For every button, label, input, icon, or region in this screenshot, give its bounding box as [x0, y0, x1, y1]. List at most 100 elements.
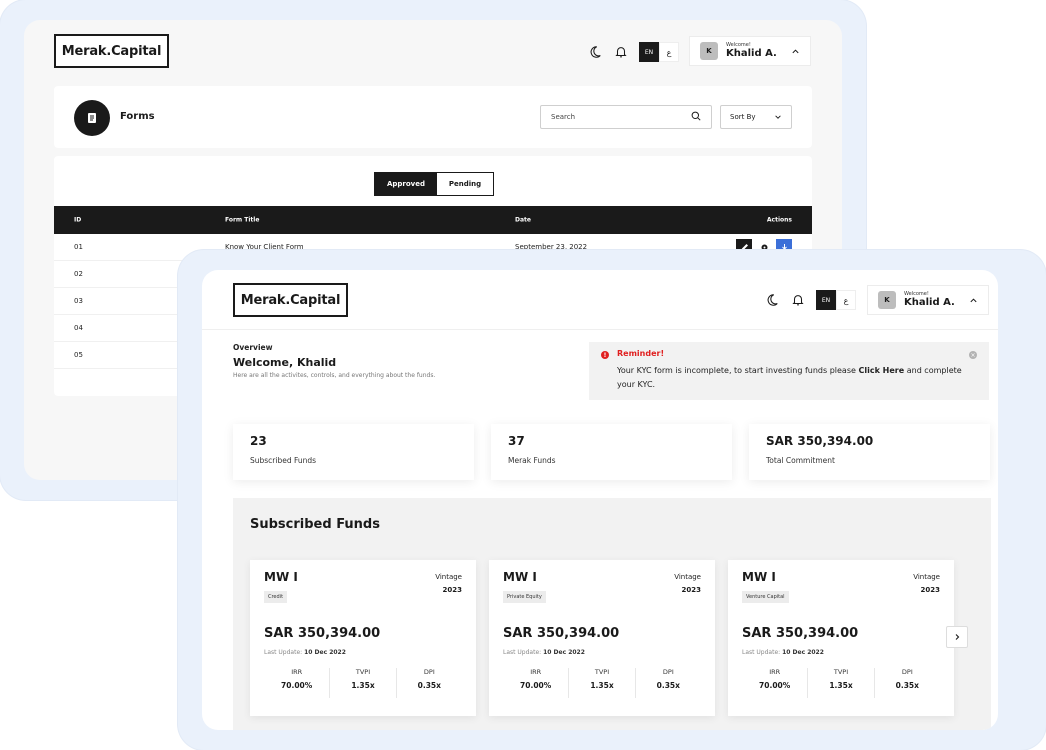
- fund-type-badge: Credit: [264, 591, 288, 603]
- metric-value: 1.35x: [590, 681, 614, 690]
- search-icon[interactable]: [691, 111, 701, 123]
- vintage-year: 2023: [681, 586, 701, 594]
- overview-subtitle: Here are all the activites, controls, an…: [233, 372, 436, 379]
- user-name: Khalid A.: [904, 297, 955, 308]
- close-icon[interactable]: ×: [969, 351, 977, 359]
- fund-card[interactable]: MW I Vintage 2023 Credit SAR 350,394.00 …: [250, 560, 476, 716]
- tab-approved[interactable]: Approved: [375, 173, 437, 195]
- search-input[interactable]: Search: [540, 105, 712, 129]
- vintage-year: 2023: [442, 586, 462, 594]
- fund-type-badge: Venture Capital: [742, 591, 789, 603]
- metric-tvpi: TVPI 1.35x: [329, 668, 395, 698]
- metric-irr: IRR 70.00%: [742, 668, 807, 698]
- metric-value: 70.00%: [759, 681, 791, 690]
- subscribed-funds-section: Subscribed Funds MW I Vintage 2023 Credi…: [233, 498, 991, 730]
- reminder-body: Your KYC form is incomplete, to start in…: [617, 366, 859, 375]
- avatar: K: [700, 42, 718, 60]
- welcome-title: Welcome, Khalid: [233, 356, 337, 369]
- moon-icon[interactable]: [764, 292, 780, 308]
- chevron-up-icon[interactable]: [790, 46, 800, 56]
- metric-value: 0.35x: [656, 681, 680, 690]
- col-id[interactable]: ID: [74, 217, 81, 224]
- metric-label: DPI: [901, 668, 913, 676]
- fund-name: MW I: [742, 570, 776, 584]
- user-menu[interactable]: K Welcome! Khalid A.: [689, 36, 811, 66]
- metric-label: TVPI: [833, 668, 849, 676]
- topbar-icons: EN ع: [587, 42, 679, 62]
- metric-value: 1.35x: [351, 681, 375, 690]
- metric-label: IRR: [530, 668, 542, 676]
- metric-value: 0.35x: [895, 681, 919, 690]
- forms-icon: [74, 100, 110, 136]
- last-update-date: 10 Dec 2022: [543, 649, 585, 656]
- metric-dpi: DPI 0.35x: [873, 668, 940, 698]
- metric-label: DPI: [423, 668, 435, 676]
- brand-logo[interactable]: Merak.Capital: [54, 34, 169, 68]
- fund-metrics: IRR 70.00% TVPI 1.35x DPI 0.35x: [264, 668, 462, 698]
- row-id: 01: [74, 243, 83, 251]
- dashboard-window: Merak.Capital EN ع K Welcome! Khalid A. …: [178, 250, 1046, 750]
- page-title: Forms: [120, 111, 155, 122]
- user-name: Khalid A.: [726, 48, 777, 59]
- kyc-reminder: ! Reminder! Your KYC form is incomplete,…: [589, 342, 989, 400]
- metric-label: DPI: [662, 668, 674, 676]
- lang-en-button[interactable]: EN: [816, 290, 836, 310]
- lang-ar-button[interactable]: ع: [836, 290, 856, 310]
- user-menu[interactable]: K Welcome! Khalid A.: [867, 285, 989, 315]
- sort-label: Sort By: [730, 113, 756, 121]
- overview-label: Overview: [233, 343, 273, 352]
- chevron-up-icon[interactable]: [968, 295, 978, 305]
- search-placeholder: Search: [551, 113, 576, 121]
- stat-value: 37: [508, 434, 525, 448]
- metric-dpi: DPI 0.35x: [634, 668, 701, 698]
- lang-en-button[interactable]: EN: [639, 42, 659, 62]
- sort-dropdown[interactable]: Sort By: [720, 105, 792, 129]
- dashboard-header: Merak.Capital EN ع K Welcome! Khalid A.: [202, 270, 998, 330]
- chevron-right-icon: [955, 634, 960, 640]
- last-update-date: 10 Dec 2022: [782, 649, 824, 656]
- stat-value: 23: [250, 434, 267, 448]
- last-update-label: Last Update:: [264, 649, 303, 656]
- stat-label: Total Commitment: [766, 456, 835, 465]
- fund-card[interactable]: MW I Vintage 2023 Private Equity SAR 350…: [489, 560, 715, 716]
- bell-icon[interactable]: [790, 292, 806, 308]
- col-form-title[interactable]: Form Title: [225, 217, 259, 224]
- metric-value: 0.35x: [417, 681, 441, 690]
- fund-amount: SAR 350,394.00: [264, 626, 381, 641]
- click-here-link[interactable]: Click Here: [858, 366, 904, 375]
- last-update-label: Last Update:: [742, 649, 781, 656]
- lang-ar-button[interactable]: ع: [659, 42, 679, 62]
- last-update: Last Update: 10 Dec 2022: [503, 649, 585, 656]
- vintage-year: 2023: [920, 586, 940, 594]
- fund-card[interactable]: MW I Vintage 2023 Venture Capital SAR 35…: [728, 560, 954, 716]
- metric-dpi: DPI 0.35x: [395, 668, 462, 698]
- metric-tvpi: TVPI 1.35x: [568, 668, 634, 698]
- fund-metrics: IRR 70.00% TVPI 1.35x DPI 0.35x: [503, 668, 701, 698]
- brand-logo[interactable]: Merak.Capital: [233, 283, 348, 317]
- fund-type-badge: Private Equity: [503, 591, 546, 603]
- vintage-label: Vintage: [435, 573, 462, 581]
- col-actions: Actions: [766, 216, 792, 224]
- overview-section: Overview Welcome, Khalid Here are all th…: [233, 343, 435, 379]
- tab-pending[interactable]: Pending: [437, 173, 493, 195]
- section-title: Subscribed Funds: [250, 517, 380, 532]
- last-update: Last Update: 10 Dec 2022: [742, 649, 824, 656]
- reminder-text: Your KYC form is incomplete, to start in…: [617, 364, 967, 392]
- carousel-next-button[interactable]: [946, 626, 968, 648]
- moon-icon[interactable]: [587, 44, 603, 60]
- metric-value: 70.00%: [520, 681, 552, 690]
- stat-subscribed-funds[interactable]: 23 Subscribed Funds: [233, 424, 474, 480]
- stat-label: Merak Funds: [508, 456, 556, 465]
- stat-merak-funds[interactable]: 37 Merak Funds: [491, 424, 732, 480]
- last-update-date: 10 Dec 2022: [304, 649, 346, 656]
- row-id: 02: [74, 270, 83, 278]
- stat-value: SAR 350,394.00: [766, 434, 874, 448]
- metric-label: TVPI: [355, 668, 371, 676]
- fund-amount: SAR 350,394.00: [503, 626, 620, 641]
- bell-icon[interactable]: [613, 44, 629, 60]
- chevron-down-icon: [774, 113, 782, 121]
- row-id: 04: [74, 324, 83, 332]
- stat-total-commitment[interactable]: SAR 350,394.00 Total Commitment: [749, 424, 990, 480]
- col-date[interactable]: Date: [515, 217, 531, 224]
- metric-label: IRR: [769, 668, 781, 676]
